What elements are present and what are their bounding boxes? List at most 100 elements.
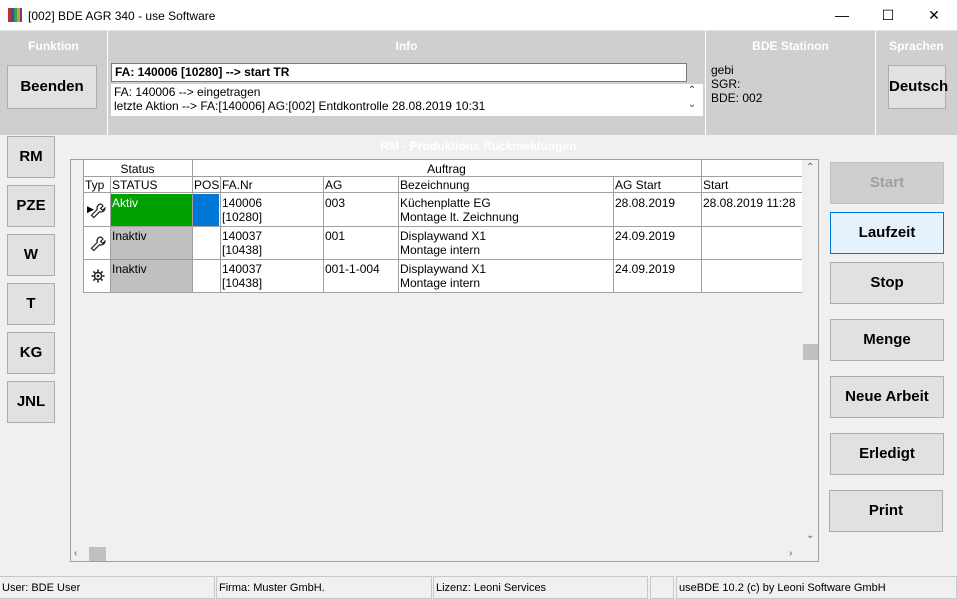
- nav-kg-button[interactable]: KG: [7, 332, 55, 374]
- nav-t-button[interactable]: T: [7, 283, 55, 325]
- ag-start-cell: 28.08.2019: [615, 196, 676, 210]
- ag-cell: 001-1-004: [325, 262, 380, 276]
- column-header-typ[interactable]: Typ: [83, 177, 110, 193]
- menge-button[interactable]: Menge: [830, 319, 944, 361]
- close-button[interactable]: ✕: [911, 0, 957, 31]
- sprachen-label: Sprachen: [889, 39, 944, 53]
- chevron-up-icon[interactable]: ⌃: [683, 84, 701, 98]
- status-badge: Inaktiv: [110, 227, 192, 259]
- bezeichnung-line: Montage intern: [400, 243, 481, 257]
- position-indicator: [193, 227, 219, 259]
- station-label: BDE Statinon: [752, 39, 829, 53]
- status-badge: Inaktiv: [110, 260, 192, 292]
- status-bar: User: BDE User Firma: Muster GmbH. Lizen…: [0, 576, 957, 599]
- chevron-down-icon[interactable]: ⌄: [683, 98, 701, 112]
- ag-cell: 001: [325, 229, 346, 243]
- erledigt-button[interactable]: Erledigt: [830, 433, 944, 475]
- group-header-status: Status: [120, 162, 155, 176]
- grid-line: [192, 160, 193, 292]
- group-header-auftrag: Auftrag: [427, 162, 466, 176]
- orders-grid[interactable]: Status Auftrag Typ STATUS POS FA.Nr AG B…: [70, 159, 819, 562]
- bezeichnung-line: Montage intern: [400, 276, 481, 290]
- status-badge: Aktiv: [110, 194, 192, 226]
- position-indicator: [193, 260, 219, 292]
- start-cell: [701, 261, 803, 263]
- chevron-down-icon[interactable]: ⌄: [806, 530, 814, 541]
- wrench-icon: [88, 235, 108, 256]
- beenden-button[interactable]: Beenden: [7, 65, 97, 109]
- chevron-right-icon[interactable]: ›: [789, 548, 792, 559]
- grid-line: [83, 259, 803, 260]
- start-button[interactable]: Start: [830, 162, 944, 204]
- status-empty: [650, 576, 674, 599]
- station-bde: BDE: 002: [711, 91, 763, 105]
- chevron-up-icon[interactable]: ⌃: [806, 162, 814, 173]
- column-header-status[interactable]: STATUS: [110, 177, 192, 193]
- laufzeit-button[interactable]: Laufzeit: [830, 212, 944, 254]
- chevron-left-icon[interactable]: ‹: [74, 548, 77, 559]
- start-cell: 28.08.2019 11:28: [703, 196, 796, 210]
- bezeichnung-line: Displaywand X1: [400, 262, 487, 276]
- position-indicator: [193, 194, 219, 226]
- vertical-scrollbar[interactable]: ⌃ ⌄: [802, 160, 818, 546]
- station-sgr: SGR:: [711, 77, 741, 91]
- column-header-start[interactable]: Start: [701, 177, 803, 193]
- nav-w-button[interactable]: W: [7, 234, 55, 276]
- info-log-line: FA: 140006 --> eingetragen: [114, 85, 261, 99]
- grid-line: [220, 176, 221, 292]
- neue-arbeit-button[interactable]: Neue Arbeit: [830, 376, 944, 418]
- fa-sub: [10438]: [222, 276, 263, 290]
- fa-nr-cell: 140006 [10280]: [220, 195, 323, 225]
- fa-nr: 140037: [222, 229, 263, 243]
- bezeichnung-cell: Küchenplatte EG Montage lt. Zeichnung: [398, 195, 613, 225]
- fa-sub: [10438]: [222, 243, 263, 257]
- ag-start-cell: 24.09.2019: [615, 229, 676, 243]
- stop-button[interactable]: Stop: [830, 262, 944, 304]
- minimize-button[interactable]: —: [819, 0, 865, 31]
- nav-jnl-button[interactable]: JNL: [7, 381, 55, 423]
- station-user: gebi: [711, 63, 734, 77]
- bezeichnung-cell: Displaywand X1 Montage intern: [398, 228, 613, 258]
- status-firma: Firma: Muster GmbH.: [216, 576, 432, 599]
- fa-nr: 140037: [222, 262, 263, 276]
- status-version: useBDE 10.2 (c) by Leoni Software GmbH: [676, 576, 957, 599]
- fa-sub: [10280]: [222, 210, 263, 224]
- status-user: User: BDE User: [0, 576, 215, 599]
- section-title: RM - Produktions Rückmeldungen: [380, 139, 577, 153]
- info-current-action: FA: 140006 [10280] --> start TR: [111, 63, 687, 82]
- column-header-fa-nr[interactable]: FA.Nr: [220, 177, 323, 193]
- column-header-ag[interactable]: AG: [323, 177, 398, 193]
- station-info: gebi SGR: BDE: 002: [711, 63, 762, 105]
- wrench-icon: [88, 202, 108, 223]
- info-log: FA: 140006 --> eingetragen letzte Aktion…: [111, 84, 703, 116]
- bezeichnung-line: Montage lt. Zeichnung: [400, 210, 519, 224]
- maximize-button[interactable]: ☐: [865, 0, 911, 31]
- horizontal-scrollbar[interactable]: ‹ ›: [71, 546, 802, 561]
- print-button[interactable]: Print: [829, 490, 943, 532]
- window-title: [002] BDE AGR 340 - use Software: [28, 9, 216, 23]
- grid-line: [701, 160, 702, 292]
- fa-nr: 140006: [222, 196, 263, 210]
- nav-pze-button[interactable]: PZE: [7, 185, 55, 227]
- bezeichnung-cell: Displaywand X1 Montage intern: [398, 261, 613, 291]
- ag-start-cell: 24.09.2019: [615, 262, 676, 276]
- info-label: Info: [395, 39, 418, 53]
- column-header-bezeichnung[interactable]: Bezeichnung: [398, 177, 613, 193]
- gear-icon: [88, 267, 108, 288]
- grid-line: [613, 176, 614, 292]
- column-header-pos[interactable]: POS: [192, 177, 220, 193]
- title-bar: [002] BDE AGR 340 - use Software — ☐ ✕: [0, 0, 957, 31]
- bezeichnung-line: Displaywand X1: [400, 229, 487, 243]
- scroll-thumb[interactable]: [803, 344, 818, 360]
- deutsch-button[interactable]: Deutsch: [888, 65, 948, 109]
- info-log-scrollbar[interactable]: ⌃ ⌄: [683, 84, 701, 116]
- grid-line: [83, 192, 803, 193]
- start-cell: [701, 228, 803, 230]
- funktion-label: Funktion: [28, 39, 79, 53]
- grid-line: [398, 176, 399, 292]
- grid-line: [83, 226, 803, 227]
- grid-line: [323, 176, 324, 292]
- grid-line: [83, 160, 84, 292]
- column-header-ag-start[interactable]: AG Start: [613, 177, 701, 193]
- scroll-thumb[interactable]: [89, 547, 106, 561]
